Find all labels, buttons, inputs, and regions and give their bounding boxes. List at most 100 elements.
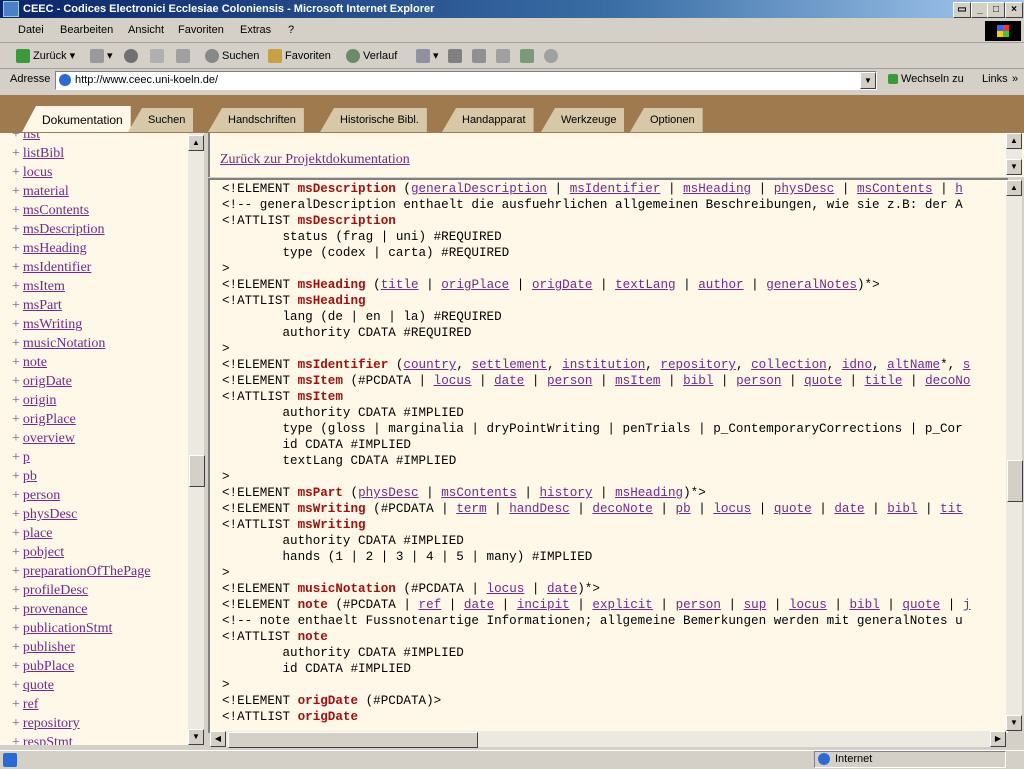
refresh-button[interactable] [150,49,167,63]
code-link[interactable]: term [456,502,486,516]
expand-icon[interactable]: + [12,678,20,693]
menu-bearbeiten[interactable]: Bearbeiten [60,24,113,36]
code-scroll-left[interactable]: ◀ [210,731,226,747]
code-scroll-down[interactable]: ▼ [1006,715,1022,731]
element-link[interactable]: msItem [23,279,65,294]
code-hscroll-thumb[interactable] [228,732,478,748]
element-link[interactable]: msIdentifier [23,260,91,275]
code-link[interactable]: origDate [532,278,592,292]
menu-datei[interactable]: Datei [18,24,44,36]
expand-icon[interactable]: + [12,133,20,142]
element-link[interactable]: pobject [23,545,64,560]
element-link[interactable]: provenance [23,602,88,617]
code-link[interactable]: institution [562,358,645,372]
code-link[interactable]: textLang [615,278,675,292]
expand-icon[interactable]: + [12,146,20,161]
element-link[interactable]: place [23,526,53,541]
nav-scroll-down[interactable]: ▼ [1006,159,1022,175]
menu-ansicht[interactable]: Ansicht [128,24,164,36]
tab-historische-bibl[interactable]: Historische Bibl. [320,108,427,132]
expand-icon[interactable]: + [12,450,20,465]
code-link[interactable]: sup [744,598,767,612]
code-link[interactable]: generalDescription [411,182,547,196]
code-link[interactable]: bibl [683,374,713,388]
expand-icon[interactable]: + [12,279,20,294]
close-button[interactable]: × [1005,2,1023,18]
code-link[interactable]: ref [419,598,442,612]
expand-icon[interactable]: + [12,298,20,313]
code-scroll-right[interactable]: ▶ [990,731,1006,747]
expand-icon[interactable]: + [12,735,20,745]
expand-icon[interactable]: + [12,526,20,541]
code-link[interactable]: handDesc [509,502,569,516]
element-link[interactable]: overview [23,431,75,446]
code-link[interactable]: locus [789,598,827,612]
code-link[interactable]: h [955,182,963,196]
code-link[interactable]: repository [660,358,736,372]
expand-icon[interactable]: + [12,165,20,180]
expand-icon[interactable]: + [12,222,20,237]
code-link[interactable]: quote [804,374,842,388]
expand-icon[interactable]: + [12,716,20,731]
code-link[interactable]: locus [487,582,525,596]
left-scrollbar[interactable]: ▲ ▼ [188,133,204,745]
tab-handschriften[interactable]: Handschriften [208,108,304,132]
expand-icon[interactable]: + [12,583,20,598]
tab-dokumentation[interactable]: Dokumentation [22,106,131,132]
expand-icon[interactable]: + [12,355,20,370]
expand-icon[interactable]: + [12,640,20,655]
tab-werkzeuge[interactable]: Werkzeuge [541,108,625,132]
code-link[interactable]: msContents [441,486,517,500]
code-link[interactable]: msHeading [683,182,751,196]
element-link[interactable]: pb [23,469,37,484]
element-link[interactable]: msPart [23,298,62,313]
element-link[interactable]: publisher [23,640,75,655]
stop-button[interactable] [124,49,141,63]
code-link[interactable]: locus [434,374,472,388]
links-chevron[interactable]: » [1012,73,1018,85]
mail-button[interactable]: ▾ [416,49,439,64]
code-link[interactable]: person [547,374,592,388]
element-link[interactable]: ref [23,697,39,712]
code-link[interactable]: incipit [517,598,570,612]
element-link[interactable]: material [23,184,69,199]
element-link[interactable]: listBibl [23,146,64,161]
code-scroll-thumb[interactable] [1007,460,1023,502]
expand-icon[interactable]: + [12,545,20,560]
code-link[interactable]: msContents [857,182,933,196]
code-link[interactable]: bibl [887,502,917,516]
expand-icon[interactable]: + [12,659,20,674]
code-link[interactable]: tit [940,502,963,516]
code-link[interactable]: title [865,374,903,388]
element-link[interactable]: msHeading [23,241,87,256]
code-scrollbar[interactable]: ▲ ▼ [1006,180,1022,731]
code-link[interactable]: origPlace [441,278,509,292]
code-link[interactable]: collection [751,358,827,372]
code-link[interactable]: date [547,582,577,596]
code-link[interactable]: physDesc [358,486,418,500]
discuss-button[interactable] [496,49,513,63]
nav-frame-scrollbar[interactable]: ▲ ▼ [1006,133,1022,175]
code-link[interactable]: country [403,358,456,372]
element-link[interactable]: profileDesc [23,583,88,598]
element-link[interactable]: origin [23,393,56,408]
element-link[interactable]: list [23,133,40,142]
code-link[interactable]: date [834,502,864,516]
code-link[interactable]: author [698,278,743,292]
code-link[interactable]: history [539,486,592,500]
maximize-button[interactable]: □ [987,2,1005,18]
expand-icon[interactable]: + [12,564,20,579]
code-link[interactable]: date [464,598,494,612]
element-link[interactable]: musicNotation [23,336,105,351]
left-scroll-up[interactable]: ▲ [188,135,204,151]
code-link[interactable]: decoNo [925,374,970,388]
address-dropdown-button[interactable]: ▼ [860,72,876,89]
menu-help[interactable]: ? [288,24,294,36]
code-link[interactable]: person [676,598,721,612]
element-link[interactable]: note [23,355,47,370]
expand-icon[interactable]: + [12,621,20,636]
favorites-button[interactable]: Favoriten [268,49,331,63]
expand-icon[interactable]: + [12,260,20,275]
expand-icon[interactable]: + [12,184,20,199]
element-link[interactable]: quote [23,678,54,693]
